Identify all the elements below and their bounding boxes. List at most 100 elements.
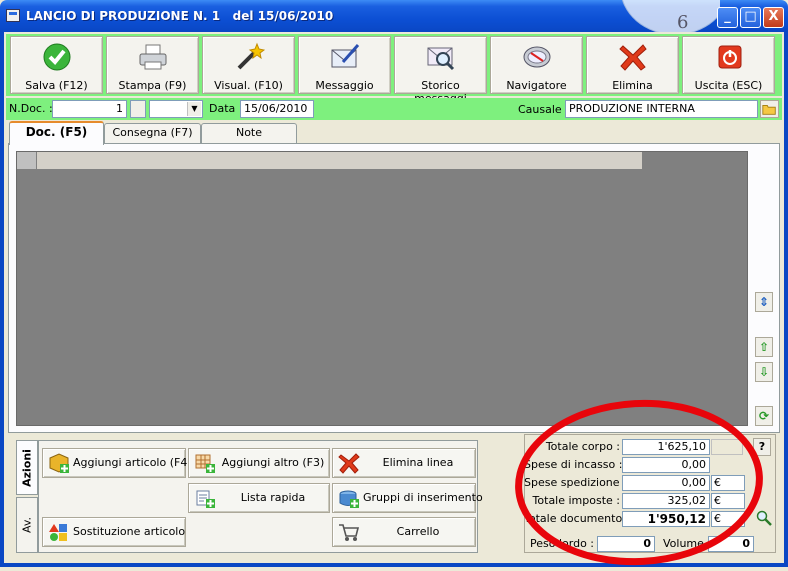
grid-add-icon <box>195 454 215 473</box>
envelope-pen-icon <box>331 44 359 68</box>
reorder-button[interactable]: ⇕ <box>755 292 773 312</box>
tab-azioni[interactable]: Azioni <box>16 440 38 495</box>
spese-spedizione-currency: € <box>711 475 745 491</box>
add-other-button[interactable]: Aggiungi altro (F3) <box>188 448 330 478</box>
compass-icon <box>523 46 550 68</box>
clock-numeral: 6 <box>677 12 689 32</box>
exit-label: Uscita (ESC) <box>694 79 763 92</box>
exit-button[interactable]: Uscita (ESC) <box>682 36 775 94</box>
arrow-up-icon: ⇧ <box>758 340 770 354</box>
ndoc-suffix-input[interactable] <box>130 100 146 118</box>
navigator-button[interactable]: Navigatore <box>490 36 583 94</box>
ndoc-label: N.Doc. : <box>9 102 53 115</box>
close-button[interactable]: X <box>763 7 784 28</box>
volume-value: 0 <box>708 536 754 552</box>
red-x-icon <box>618 44 647 71</box>
tab-consegna[interactable]: Consegna (F7) <box>104 123 201 143</box>
refresh-button[interactable]: ⟳ <box>755 406 773 426</box>
envelope-search-icon <box>427 47 454 71</box>
delete-label: Elimina <box>612 79 653 92</box>
quick-list-label: Lista rapida <box>240 491 306 504</box>
maximize-button[interactable]: □ <box>740 7 761 28</box>
tab-doc[interactable]: Doc. (F5) <box>9 121 104 145</box>
printer-icon <box>139 44 166 70</box>
power-icon <box>718 45 741 69</box>
save-button[interactable]: Salva (F12) <box>10 36 103 94</box>
causale-label: Causale : <box>518 103 569 116</box>
chevron-down-icon[interactable]: ▼ <box>187 102 201 116</box>
causale-lookup-button[interactable] <box>760 100 779 118</box>
delete-button[interactable]: Elimina <box>586 36 679 94</box>
totale-documento-value: 1'950,12 <box>622 511 710 527</box>
red-x-icon <box>338 453 360 474</box>
date-input[interactable]: 15/06/2010 <box>240 100 314 118</box>
totale-documento-currency: € <box>711 511 745 527</box>
grid-corner[interactable] <box>17 152 37 170</box>
causale-input[interactable]: PRODUZIONE INTERNA <box>565 100 758 118</box>
grid-header[interactable] <box>17 152 643 170</box>
insert-groups-button[interactable]: Gruppi di inserimento <box>332 483 483 513</box>
peso-lordo-label: Peso lordo : <box>530 537 594 550</box>
spese-spedizione-value: 0,00 <box>622 475 710 491</box>
delete-line-label: Elimina linea <box>382 456 454 469</box>
tab-av[interactable]: Av. <box>16 497 38 553</box>
minimize-button[interactable]: _ <box>717 7 738 28</box>
refresh-icon: ⟳ <box>758 409 770 423</box>
preview-button[interactable]: Visual. (F10) <box>202 36 295 94</box>
window-title: LANCIO DI PRODUZIONE N. 1 del 15/06/2010 <box>26 9 334 23</box>
search-icon[interactable] <box>755 509 773 527</box>
message-label: Messaggio <box>315 79 374 92</box>
replace-item-button[interactable]: Sostituzione articolo <box>42 517 186 547</box>
message-button[interactable]: Messaggio <box>298 36 391 94</box>
delete-line-button[interactable]: Elimina linea <box>332 448 476 478</box>
tab-azioni-label: Azioni <box>20 448 34 487</box>
ndoc-input[interactable]: 1 <box>52 100 127 118</box>
navigator-label: Navigatore <box>506 79 567 92</box>
move-down-button[interactable]: ⇩ <box>755 362 773 382</box>
date-label: Data : <box>209 102 243 115</box>
move-up-button[interactable]: ⇧ <box>755 337 773 357</box>
quick-list-icon <box>196 490 215 508</box>
save-check-icon <box>43 43 70 71</box>
insert-groups-label: Gruppi di inserimento <box>363 491 483 504</box>
print-label: Stampa (F9) <box>118 79 187 92</box>
cart-icon <box>339 524 360 541</box>
arrow-down-icon: ⇩ <box>758 365 770 379</box>
cart-button[interactable]: Carrello <box>332 517 476 547</box>
spese-spedizione-label: Spese spedizione : <box>524 476 627 489</box>
add-other-label: Aggiungi altro (F3) <box>221 456 325 469</box>
preview-label: Visual. (F10) <box>214 79 283 92</box>
box-add-icon <box>49 453 69 473</box>
spese-incasso-label: Spese di incasso : <box>524 458 623 471</box>
series-select[interactable]: ▼ <box>149 100 203 118</box>
spese-incasso-value: 0,00 <box>622 457 710 473</box>
cart-label: Carrello <box>396 525 440 538</box>
replace-shapes-icon <box>49 524 67 541</box>
volume-label: Volume : <box>663 537 712 550</box>
add-item-button[interactable]: Aggiungi articolo (F4) <box>42 448 192 478</box>
groups-add-icon <box>339 490 359 508</box>
magic-wand-icon <box>237 42 265 70</box>
folder-icon <box>762 105 776 115</box>
totale-imposte-value: 325,02 <box>622 493 710 509</box>
help-button[interactable]: ? <box>753 438 771 456</box>
totale-documento-label: Totale documento : <box>524 512 630 525</box>
tab-av-label: Av. <box>20 516 34 534</box>
save-label: Salva (F12) <box>25 79 88 92</box>
tab-note[interactable]: Note <box>201 123 297 143</box>
totale-corpo-label: Totale corpo : <box>545 440 620 453</box>
clock-decoration: 6 <box>620 0 720 32</box>
document-lines-grid[interactable] <box>16 151 748 426</box>
totale-corpo-value: 1'625,10 <box>622 439 710 455</box>
replace-item-label: Sostituzione articolo <box>73 525 186 538</box>
totale-corpo-currency <box>711 439 743 455</box>
up-down-arrows-icon: ⇕ <box>758 295 770 309</box>
add-item-label: Aggiungi articolo (F4) <box>73 456 192 469</box>
totale-imposte-label: Totale imposte : <box>532 494 620 507</box>
message-history-button[interactable]: Storico messaggi <box>394 36 487 105</box>
app-icon <box>6 9 20 22</box>
totale-imposte-currency: € <box>711 493 745 509</box>
peso-lordo-value: 0 <box>597 536 655 552</box>
print-button[interactable]: Stampa (F9) <box>106 36 199 94</box>
quick-list-button[interactable]: Lista rapida <box>188 483 330 513</box>
